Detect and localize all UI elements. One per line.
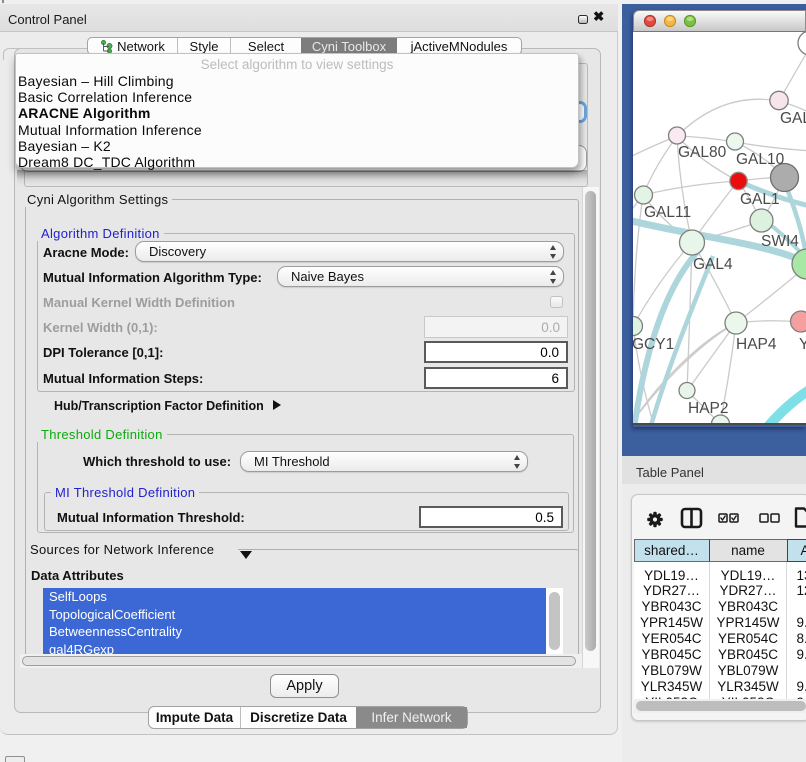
svg-text:GAL7: GAL7 [780,110,806,127]
svg-text:GAL11: GAL11 [644,204,691,221]
svg-text:HAP2: HAP2 [688,400,729,417]
svg-text:GAL4: GAL4 [693,256,733,273]
svg-text:GAL80: GAL80 [678,144,727,161]
svg-text:YJ: YJ [799,336,806,353]
svg-text:GAL10: GAL10 [736,151,785,168]
svg-text:SWI4: SWI4 [761,233,799,250]
svg-text:GAL1: GAL1 [740,191,780,208]
svg-text:HAP4: HAP4 [736,336,777,353]
svg-text:GCY1: GCY1 [633,336,674,353]
